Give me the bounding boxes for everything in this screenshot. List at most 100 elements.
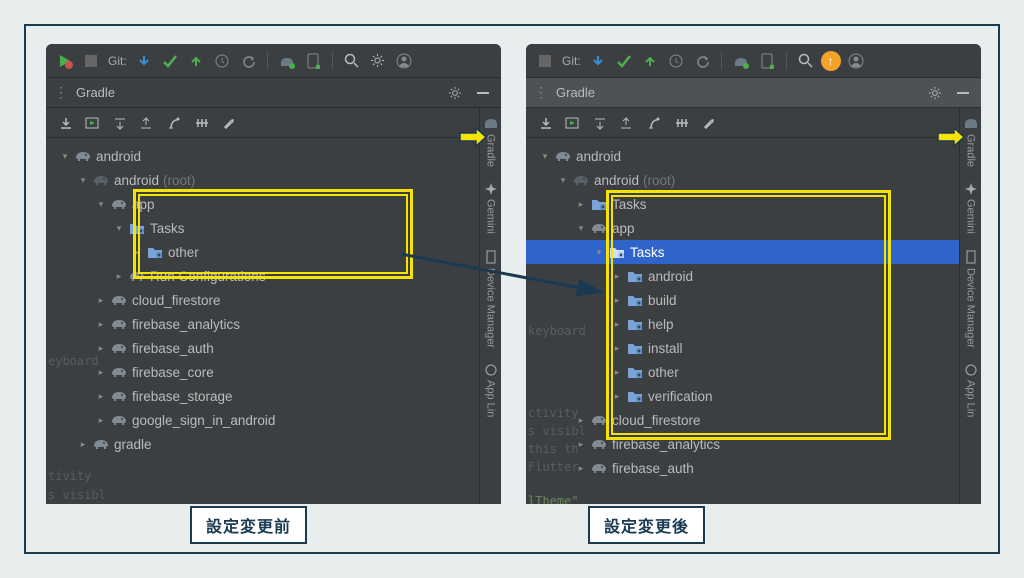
side-tab-device-manager[interactable]: Device Manager xyxy=(965,242,977,356)
git-rollback-icon[interactable] xyxy=(237,50,259,72)
git-push-icon[interactable] xyxy=(185,50,207,72)
tree-item[interactable]: ▾ android (root) xyxy=(526,168,981,192)
tree-item[interactable]: ▸ other xyxy=(46,240,501,264)
search-icon[interactable] xyxy=(795,50,817,72)
tree-item-label: help xyxy=(648,317,674,332)
user-avatar[interactable]: ↑ xyxy=(821,51,841,71)
build-icon[interactable] xyxy=(730,50,752,72)
folder-icon xyxy=(626,315,644,333)
tree-item[interactable]: ▾ app xyxy=(46,192,501,216)
tree-item[interactable]: ▸ firebase_storage xyxy=(46,384,501,408)
analyze-icon[interactable] xyxy=(162,111,186,135)
elephant-icon xyxy=(590,219,608,237)
expand-all-icon[interactable] xyxy=(588,111,612,135)
git-history-icon[interactable] xyxy=(665,50,687,72)
minimize-icon[interactable] xyxy=(473,83,493,103)
tree-item[interactable]: ▾ app xyxy=(526,216,981,240)
tree-item[interactable]: ▾ android xyxy=(526,144,981,168)
tree-item[interactable]: ▸ cloud_firestore xyxy=(526,408,981,432)
expand-all-icon[interactable] xyxy=(108,111,132,135)
git-rollback-icon[interactable] xyxy=(691,50,713,72)
tree-item[interactable]: ▸ gradle xyxy=(46,432,501,456)
account-icon[interactable] xyxy=(393,50,415,72)
account-icon[interactable] xyxy=(845,50,867,72)
tree-item[interactable]: ▾ Tasks xyxy=(526,240,981,264)
git-update-icon[interactable] xyxy=(133,50,155,72)
download-icon[interactable] xyxy=(534,111,558,135)
tree-item[interactable]: ▸ google_sign_in_android xyxy=(46,408,501,432)
toggle-offline-icon[interactable] xyxy=(670,111,694,135)
elephant-icon xyxy=(92,171,110,189)
side-tab-app-links[interactable]: App Lin xyxy=(485,356,497,425)
collapse-all-icon[interactable] xyxy=(134,111,158,135)
elephant-icon xyxy=(110,291,128,309)
gradle-tree[interactable]: ▾ android ▾ android (root)▸ Tasks ▾ app … xyxy=(526,138,981,486)
git-label: Git: xyxy=(562,54,581,68)
tree-item[interactable]: ▸ cloud_firestore xyxy=(46,288,501,312)
tree-item[interactable]: ▾ android xyxy=(46,144,501,168)
tree-item[interactable]: ▸ Run Configurations xyxy=(46,264,501,288)
tree-item-label: firebase_core xyxy=(132,365,214,380)
execute-icon[interactable] xyxy=(80,111,104,135)
tree-item[interactable]: ▸ help xyxy=(526,312,981,336)
device-icon[interactable] xyxy=(756,50,778,72)
panel-settings-icon[interactable] xyxy=(445,83,465,103)
git-push-icon[interactable] xyxy=(639,50,661,72)
drag-handle-icon[interactable]: ⋮ xyxy=(534,84,548,101)
drag-handle-icon[interactable]: ⋮ xyxy=(54,84,68,101)
git-history-icon[interactable] xyxy=(211,50,233,72)
build-icon[interactable] xyxy=(276,50,298,72)
wrench-icon[interactable] xyxy=(698,111,722,135)
tree-item[interactable]: ▸ firebase_auth xyxy=(526,456,981,480)
minimize-icon[interactable] xyxy=(953,83,973,103)
chevron-right-icon: ▸ xyxy=(94,317,108,331)
side-tab-app-links[interactable]: App Lin xyxy=(965,356,977,425)
side-tab-gradle[interactable]: Gradle xyxy=(484,108,498,175)
tree-item[interactable]: ▸ firebase_analytics xyxy=(526,432,981,456)
execute-icon[interactable] xyxy=(560,111,584,135)
tree-item[interactable]: ▾ android (root) xyxy=(46,168,501,192)
stop-icon[interactable] xyxy=(80,50,102,72)
tree-item[interactable]: ▸ verification xyxy=(526,384,981,408)
chevron-right-icon: ▸ xyxy=(94,341,108,355)
tree-item[interactable]: ▸ firebase_analytics xyxy=(46,312,501,336)
side-tab-gemini[interactable]: Gemini xyxy=(485,175,497,242)
git-commit-icon[interactable] xyxy=(613,50,635,72)
download-icon[interactable] xyxy=(54,111,78,135)
git-commit-icon[interactable] xyxy=(159,50,181,72)
tree-item[interactable]: ▸ Tasks xyxy=(526,192,981,216)
chevron-down-icon: ▾ xyxy=(538,149,552,163)
tree-item-label: android xyxy=(114,173,159,188)
tree-item[interactable]: ▸ build xyxy=(526,288,981,312)
gradle-panel-header: ⋮ Gradle xyxy=(526,78,981,108)
folder-icon xyxy=(626,387,644,405)
device-icon[interactable] xyxy=(302,50,324,72)
chevron-right-icon: ▸ xyxy=(574,461,588,475)
side-tab-gemini[interactable]: Gemini xyxy=(965,175,977,242)
panel-before: eyboard tivity s visibl Git: ⋮ Gradle xyxy=(46,44,501,504)
toggle-offline-icon[interactable] xyxy=(190,111,214,135)
chevron-right-icon: ▸ xyxy=(112,269,126,283)
tree-item[interactable]: ▾ Tasks xyxy=(46,216,501,240)
side-tab-device-manager[interactable]: Device Manager xyxy=(485,242,497,356)
panel-settings-icon[interactable] xyxy=(925,83,945,103)
caption-before: 設定変更前 xyxy=(190,506,307,544)
chevron-down-icon: ▾ xyxy=(58,149,72,163)
wrench-icon[interactable] xyxy=(218,111,242,135)
tree-item[interactable]: ▸ other xyxy=(526,360,981,384)
stop-icon[interactable] xyxy=(534,50,556,72)
run-with-bug-icon[interactable] xyxy=(54,50,76,72)
tree-item[interactable]: ▸ install xyxy=(526,336,981,360)
analyze-icon[interactable] xyxy=(642,111,666,135)
elephant-icon xyxy=(110,411,128,429)
search-icon[interactable] xyxy=(341,50,363,72)
gradle-tree[interactable]: ▾ android ▾ android (root)▾ app ▾ Tasks … xyxy=(46,138,501,462)
folder-icon xyxy=(608,243,626,261)
settings-icon[interactable] xyxy=(367,50,389,72)
tree-item[interactable]: ▸ firebase_auth xyxy=(46,336,501,360)
tree-item[interactable]: ▸ android xyxy=(526,264,981,288)
collapse-all-icon[interactable] xyxy=(614,111,638,135)
side-tab-gradle[interactable]: Gradle xyxy=(964,108,978,175)
tree-item[interactable]: ▸ firebase_core xyxy=(46,360,501,384)
git-update-icon[interactable] xyxy=(587,50,609,72)
